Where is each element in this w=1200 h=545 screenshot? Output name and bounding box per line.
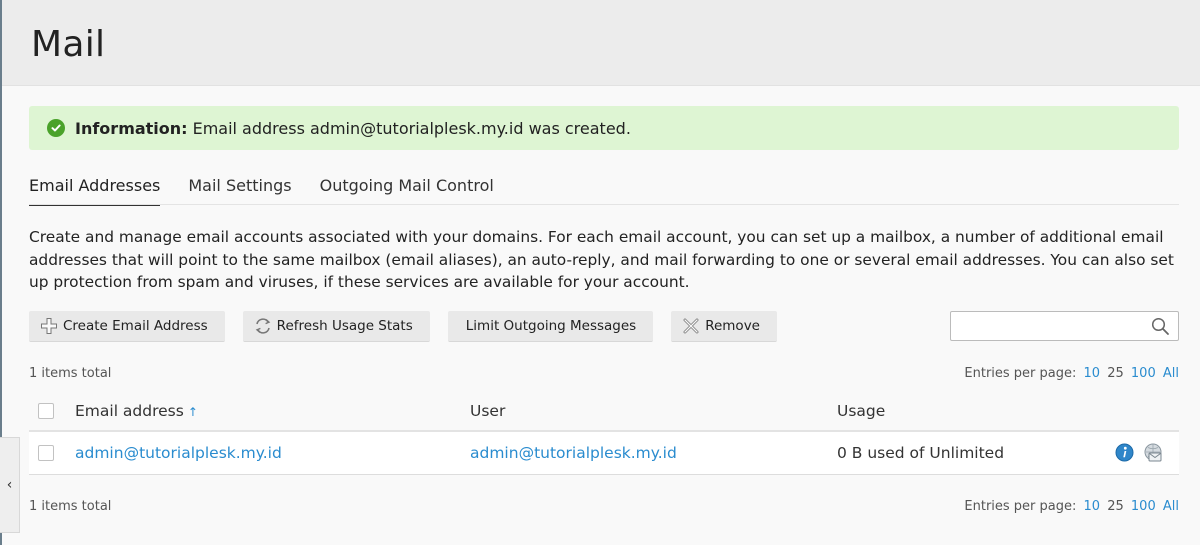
entries-per-page-top: Entries per page: 10 25 100 All — [964, 366, 1179, 381]
create-email-address-label: Create Email Address — [63, 318, 208, 334]
per-page-option-25: 25 — [1107, 499, 1124, 514]
email-addresses-table: Email address ↑ User Usage admin@tutorial… — [29, 390, 1179, 475]
per-page-option-all[interactable]: All — [1163, 366, 1179, 381]
info-message: Information: Email address admin@tutoria… — [29, 106, 1179, 150]
check-circle-icon — [47, 119, 65, 137]
tab-outgoing-mail-control[interactable]: Outgoing Mail Control — [320, 176, 494, 206]
table-header-row: Email address ↑ User Usage — [29, 390, 1179, 432]
per-page-option-100[interactable]: 100 — [1131, 366, 1156, 381]
items-total-bottom: 1 items total — [29, 499, 112, 514]
limit-outgoing-messages-button[interactable]: Limit Outgoing Messages — [447, 311, 654, 342]
page-description: Create and manage email accounts associa… — [29, 228, 1174, 291]
sidebar-collapse-toggle[interactable]: ‹ — [0, 437, 20, 533]
webmail-icon[interactable] — [1143, 443, 1163, 463]
sort-ascending-icon: ↑ — [187, 405, 198, 419]
tab-bar: Email Addresses Mail Settings Outgoing M… — [29, 176, 522, 206]
tab-mail-settings[interactable]: Mail Settings — [188, 176, 291, 206]
usage-value: 0 B used of Unlimited — [837, 444, 1005, 462]
limit-outgoing-messages-label: Limit Outgoing Messages — [465, 318, 637, 334]
per-page-option-all[interactable]: All — [1163, 499, 1179, 514]
plus-icon — [39, 316, 59, 336]
info-text: Email address admin@tutorialplesk.my.id … — [192, 118, 631, 138]
toolbar: Create Email Address Refresh Usage Stats… — [29, 311, 795, 343]
column-header-email[interactable]: Email address ↑ — [75, 402, 198, 420]
column-header-usage: Usage — [837, 402, 886, 420]
create-email-address-button[interactable]: Create Email Address — [29, 311, 225, 342]
per-page-option-10[interactable]: 10 — [1084, 366, 1101, 381]
tab-email-addresses[interactable]: Email Addresses — [29, 176, 161, 206]
remove-button[interactable]: Remove — [671, 311, 777, 342]
table-row: admin@tutorialplesk.my.id admin@tutorial… — [29, 432, 1179, 475]
tabs-divider — [29, 204, 1179, 205]
column-header-user: User — [470, 402, 506, 420]
info-label: Information: — [75, 118, 188, 138]
entries-per-page-label: Entries per page: — [964, 499, 1077, 514]
page-header: Mail — [2, 0, 1200, 86]
search-input[interactable] — [951, 312, 1141, 340]
entries-per-page-label: Entries per page: — [964, 366, 1077, 381]
remove-label: Remove — [705, 318, 760, 334]
info-icon[interactable] — [1115, 443, 1134, 463]
chevron-left-icon: ‹ — [6, 477, 13, 493]
email-address-link[interactable]: admin@tutorialplesk.my.id — [75, 444, 282, 462]
user-link[interactable]: admin@tutorialplesk.my.id — [470, 444, 677, 462]
column-header-email-label: Email address — [75, 402, 184, 420]
per-page-option-100[interactable]: 100 — [1131, 499, 1156, 514]
items-total-top: 1 items total — [29, 366, 112, 381]
row-actions — [1106, 443, 1163, 463]
refresh-usage-stats-label: Refresh Usage Stats — [276, 318, 413, 334]
page-title: Mail — [31, 24, 106, 65]
per-page-option-10[interactable]: 10 — [1084, 499, 1101, 514]
select-all-checkbox[interactable] — [38, 403, 54, 419]
entries-per-page-bottom: Entries per page: 10 25 100 All — [964, 499, 1179, 514]
per-page-option-25: 25 — [1107, 366, 1124, 381]
search-icon[interactable] — [1151, 317, 1170, 340]
refresh-usage-stats-button[interactable]: Refresh Usage Stats — [242, 311, 430, 342]
row-checkbox[interactable] — [38, 445, 54, 461]
refresh-icon — [253, 316, 273, 336]
search-box — [950, 311, 1179, 341]
remove-x-icon — [681, 316, 701, 336]
